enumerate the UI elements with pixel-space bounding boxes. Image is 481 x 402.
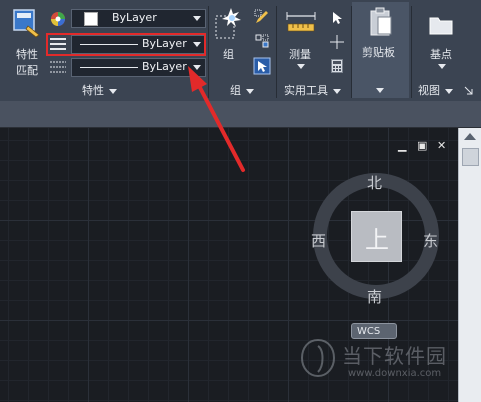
chevron-down-icon	[333, 88, 341, 94]
chevron-down-icon	[438, 64, 446, 69]
highlight-box	[46, 33, 206, 56]
separator	[208, 6, 209, 98]
measure-icon	[286, 12, 316, 32]
scrollbar-thumb[interactable]	[462, 148, 479, 166]
match-properties-button[interactable]: 特性 匹配	[4, 6, 44, 77]
chevron-down-icon	[246, 88, 254, 94]
utilities-panel-title[interactable]: 实用工具	[284, 82, 341, 98]
group-panel-title-text: 组	[230, 84, 241, 97]
match-properties-label-1: 特性	[16, 48, 38, 61]
color-wheel-icon	[51, 12, 65, 26]
match-properties-icon	[13, 9, 40, 38]
group-select-icon[interactable]	[253, 57, 271, 75]
compass-north[interactable]: 北	[367, 172, 382, 193]
clipboard-label: 剪贴板	[362, 46, 395, 59]
view-panel-title-text: 视图	[418, 84, 440, 97]
calculator-icon[interactable]	[331, 59, 343, 73]
group-edit-icon[interactable]	[254, 9, 270, 25]
lineweight-preview	[80, 67, 138, 68]
chevron-down-icon	[297, 64, 305, 69]
chevron-down-icon	[193, 65, 201, 70]
wcs-label: WCS	[357, 326, 381, 337]
properties-panel-title[interactable]: 特性	[82, 82, 117, 98]
lineweight-combo-value: ByLayer	[142, 60, 187, 73]
chevron-down-icon	[376, 88, 384, 93]
ungroup-icon[interactable]	[254, 33, 270, 49]
watermark-url: www.downxia.com	[348, 368, 442, 379]
scroll-up-icon[interactable]	[464, 133, 476, 140]
lineweight-combo[interactable]: ByLayer	[71, 58, 206, 77]
compass-west[interactable]: 西	[311, 230, 326, 251]
view-panel-title[interactable]: 视图	[418, 82, 453, 98]
panel-launcher-icon[interactable]	[464, 86, 473, 95]
base-point-button[interactable]: 基点	[418, 8, 468, 74]
viewport-restore-button[interactable]: ▣	[417, 139, 427, 152]
id-point-icon[interactable]	[330, 35, 344, 49]
group-button[interactable]: 组	[213, 6, 247, 66]
separator	[411, 6, 412, 98]
watermark-logo-icon	[300, 338, 336, 378]
clipboard-icon	[370, 7, 392, 36]
properties-panel-title-text: 特性	[82, 84, 104, 97]
chevron-down-icon	[445, 88, 453, 94]
match-properties-label-2: 匹配	[16, 64, 38, 77]
base-point-icon	[429, 17, 453, 35]
chevron-down-icon	[193, 16, 201, 21]
viewcube-top-face[interactable]: 上	[351, 211, 402, 262]
viewport-minimize-button[interactable]: ▁	[398, 139, 406, 152]
viewport-close-button[interactable]: ✕	[437, 139, 446, 152]
chevron-down-icon	[109, 88, 117, 94]
viewcube-top-label: 上	[365, 226, 389, 254]
group-label: 组	[223, 48, 234, 61]
compass-east[interactable]: 东	[423, 230, 438, 251]
color-swatch	[84, 12, 98, 26]
compass-south[interactable]: 南	[367, 286, 382, 307]
measure-button[interactable]: 测量	[283, 8, 319, 74]
lineweight-icon	[50, 61, 66, 73]
color-combo-value: ByLayer	[112, 11, 157, 24]
group-panel-title[interactable]: 组	[230, 82, 254, 98]
utilities-panel-title-text: 实用工具	[284, 84, 328, 97]
file-tab-strip	[0, 101, 481, 128]
watermark-text: 当下软件园	[342, 344, 447, 368]
measure-label: 测量	[289, 48, 311, 61]
wcs-menu[interactable]: WCS	[351, 323, 397, 339]
quick-select-icon[interactable]	[330, 11, 344, 25]
color-combo[interactable]: ByLayer	[71, 9, 206, 28]
base-point-label: 基点	[430, 48, 452, 61]
ribbon: 特性 匹配 ByLayer ByLayer ByLayer 特性 组 组 测量 …	[0, 0, 481, 102]
clipboard-button[interactable]: 剪贴板	[352, 2, 409, 98]
group-icon	[215, 8, 241, 39]
vertical-scrollbar[interactable]	[458, 128, 481, 402]
separator	[276, 6, 277, 98]
